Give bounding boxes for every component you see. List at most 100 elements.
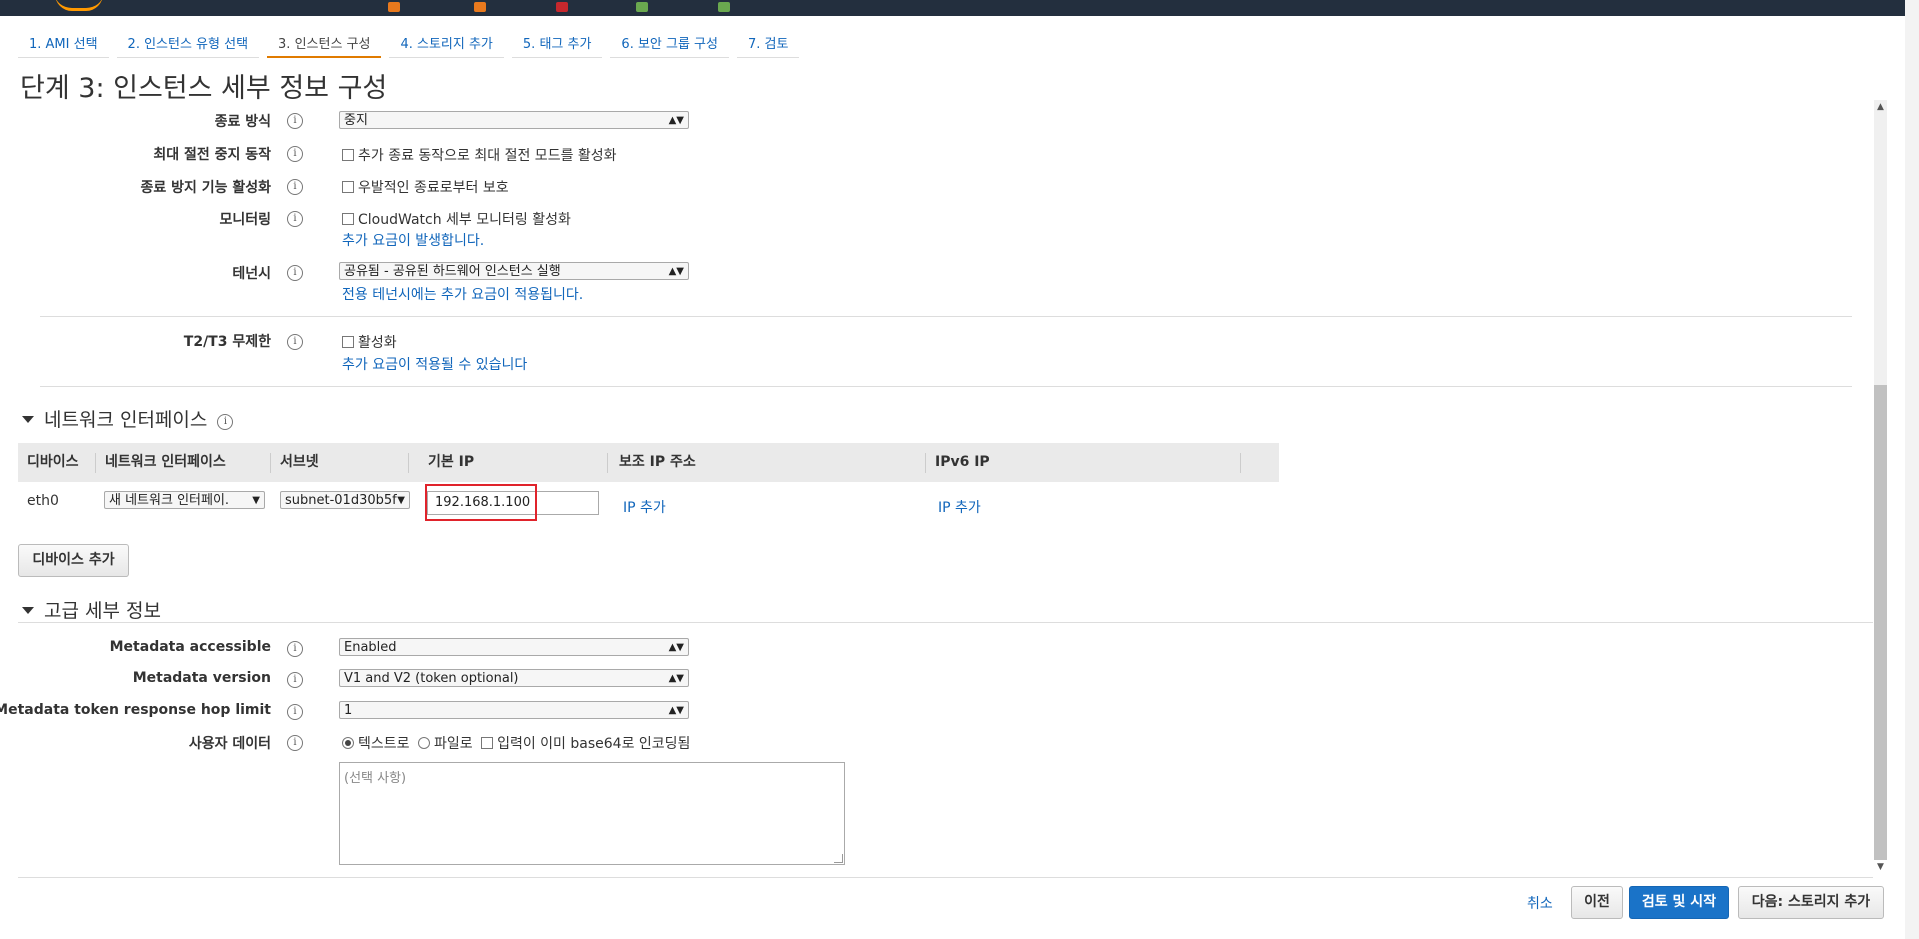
t2t3-pricing-link[interactable]: 추가 요금이 적용될 수 있습니다 xyxy=(342,354,527,374)
column-header-device: 디바이스 xyxy=(27,454,79,470)
caret-down-icon[interactable] xyxy=(22,416,34,423)
service-shortcut-icon[interactable] xyxy=(556,2,568,12)
page-title: 단계 3: 인스턴스 세부 정보 구성 xyxy=(20,73,388,104)
column-separator xyxy=(607,453,608,473)
cancel-link[interactable]: 취소 xyxy=(1527,893,1553,913)
checkbox-box[interactable] xyxy=(342,181,354,193)
network-table-header: 디바이스 네트워크 인터페이스 서브넷 기본 IP 보조 IP 주소 IPv6 … xyxy=(18,443,1279,482)
device-cell: eth0 xyxy=(27,493,59,509)
step-tab-review[interactable]: 7. 검토 xyxy=(736,26,800,58)
checkbox-box[interactable] xyxy=(342,213,354,225)
column-header-secondary-ip: 보조 IP 주소 xyxy=(619,454,696,470)
column-header-network-interface: 네트워크 인터페이스 xyxy=(105,454,226,470)
footer-divider xyxy=(18,877,1873,878)
info-icon[interactable]: i xyxy=(287,641,303,657)
service-shortcut-icon[interactable] xyxy=(636,2,648,12)
subnet-select[interactable]: subnet-01d30b5f ▼ xyxy=(280,491,410,509)
add-device-button[interactable]: 디바이스 추가 xyxy=(18,544,129,577)
checkbox-box[interactable] xyxy=(481,737,494,749)
checkbox-box[interactable] xyxy=(342,336,354,348)
select-arrow-icon: ▲▼ xyxy=(668,673,684,684)
tenancy-select[interactable]: 공유됨 - 공유된 하드웨어 인스턴스 실행 ▲▼ xyxy=(339,262,689,280)
info-icon[interactable]: i xyxy=(287,146,303,162)
radio-button[interactable] xyxy=(342,737,354,749)
add-ipv6-ip-link[interactable]: IP 추가 xyxy=(938,497,981,517)
caret-down-icon[interactable] xyxy=(22,607,34,614)
resize-grip-icon[interactable] xyxy=(834,854,843,863)
next-add-storage-button[interactable]: 다음: 스토리지 추가 xyxy=(1738,886,1884,919)
monitoring-checkbox[interactable]: CloudWatch 세부 모니터링 활성화 xyxy=(342,209,571,229)
info-icon[interactable]: i xyxy=(287,704,303,720)
network-interface-select[interactable]: 새 네트워크 인터페이. ▼ xyxy=(104,491,265,509)
metadata-accessible-label: Metadata accessible xyxy=(109,639,271,655)
column-header-ipv6: IPv6 IP xyxy=(935,454,990,470)
dropdown-arrow-icon: ▼ xyxy=(397,495,405,506)
info-icon[interactable]: i xyxy=(287,113,303,129)
hibernate-checkbox[interactable]: 추가 종료 동작으로 최대 절전 모드를 활성화 xyxy=(342,145,617,165)
service-shortcut-icon[interactable] xyxy=(388,2,400,12)
info-icon[interactable]: i xyxy=(287,334,303,350)
service-shortcut-icon[interactable] xyxy=(718,2,730,12)
termination-protection-label: 종료 방지 기능 활성화 xyxy=(140,180,271,196)
user-data-as-file-radio[interactable]: 파일로 xyxy=(417,736,473,752)
metadata-accessible-select[interactable]: Enabled ▲▼ xyxy=(339,638,689,656)
t2t3-unlimited-label: T2/T3 무제한 xyxy=(183,334,271,350)
wizard-steps: 1. AMI 선택 2. 인스턴스 유형 선택 3. 인스턴스 구성 4. 스토… xyxy=(18,26,807,58)
checkbox-box[interactable] xyxy=(342,149,354,161)
scroll-up-arrow-icon[interactable]: ▲ xyxy=(1874,100,1887,114)
column-separator xyxy=(408,453,409,473)
service-shortcut-icon[interactable] xyxy=(474,2,486,12)
divider xyxy=(40,316,1852,317)
advanced-details-section-header[interactable]: 고급 세부 정보 xyxy=(22,596,161,623)
user-data-options: 텍스트로 파일로 입력이 이미 base64로 인코딩됨 xyxy=(342,733,690,753)
info-icon[interactable]: i xyxy=(217,414,234,430)
aws-logo-icon[interactable] xyxy=(55,0,103,11)
divider xyxy=(40,386,1852,387)
info-icon[interactable]: i xyxy=(287,672,303,688)
user-data-as-text-radio[interactable]: 텍스트로 xyxy=(342,736,410,752)
column-header-primary-ip: 기본 IP xyxy=(428,454,475,470)
scroll-down-arrow-icon[interactable]: ▼ xyxy=(1874,860,1887,874)
step-tab-add-tags[interactable]: 5. 태그 추가 xyxy=(511,26,603,58)
tenancy-label: 테넌시 xyxy=(232,266,271,282)
previous-button[interactable]: 이전 xyxy=(1571,886,1623,919)
divider xyxy=(18,622,1873,623)
step-tab-security-group[interactable]: 6. 보안 그룹 구성 xyxy=(610,26,729,58)
step-tab-add-storage[interactable]: 4. 스토리지 추가 xyxy=(389,26,504,58)
info-icon[interactable]: i xyxy=(287,211,303,227)
monitoring-pricing-link[interactable]: 추가 요금이 발생합니다. xyxy=(342,230,484,250)
hop-limit-label: Metadata token response hop limit xyxy=(0,702,271,718)
aws-top-navigation-bar xyxy=(0,0,1919,16)
info-icon[interactable]: i xyxy=(287,265,303,281)
step-tab-instance-type[interactable]: 2. 인스턴스 유형 선택 xyxy=(116,26,260,58)
network-interfaces-section-header[interactable]: 네트워크 인터페이스 i xyxy=(22,405,234,432)
tenancy-pricing-link[interactable]: 전용 테넌시에는 추가 요금이 적용됩니다. xyxy=(342,284,583,304)
info-icon[interactable]: i xyxy=(287,735,303,751)
scrollbar-thumb[interactable] xyxy=(1874,385,1887,860)
hibernate-label: 최대 절전 중지 동작 xyxy=(153,147,271,163)
dropdown-arrow-icon: ▼ xyxy=(252,495,260,506)
user-data-textarea[interactable]: (선택 사항) xyxy=(339,762,845,865)
step-tab-configure-instance[interactable]: 3. 인스턴스 구성 xyxy=(267,26,382,58)
review-and-launch-button[interactable]: 검토 및 시작 xyxy=(1629,886,1729,919)
t2t3-unlimited-checkbox[interactable]: 활성화 xyxy=(342,332,397,352)
termination-protection-checkbox[interactable]: 우발적인 종료로부터 보호 xyxy=(342,177,509,197)
radio-button[interactable] xyxy=(417,737,430,749)
step-tab-ami[interactable]: 1. AMI 선택 xyxy=(18,26,109,58)
monitoring-label: 모니터링 xyxy=(219,212,271,228)
window-scrollbar[interactable] xyxy=(1905,0,1919,939)
metadata-version-label: Metadata version xyxy=(132,670,271,686)
select-arrow-icon: ▲▼ xyxy=(668,705,684,716)
select-arrow-icon: ▲▼ xyxy=(668,115,684,126)
user-data-placeholder: (선택 사항) xyxy=(344,771,407,786)
user-data-label: 사용자 데이터 xyxy=(188,736,271,752)
select-arrow-icon: ▲▼ xyxy=(668,266,684,277)
info-icon[interactable]: i xyxy=(287,179,303,195)
add-secondary-ip-link[interactable]: IP 추가 xyxy=(623,497,666,517)
base64-encoded-checkbox[interactable]: 입력이 이미 base64로 인코딩됨 xyxy=(481,736,690,752)
metadata-version-select[interactable]: V1 and V2 (token optional) ▲▼ xyxy=(339,669,689,687)
column-header-subnet: 서브넷 xyxy=(280,454,319,470)
shutdown-behavior-select[interactable]: 중지 ▲▼ xyxy=(339,111,689,129)
hop-limit-select[interactable]: 1 ▲▼ xyxy=(339,701,689,719)
shutdown-label: 종료 방식 xyxy=(214,114,271,130)
